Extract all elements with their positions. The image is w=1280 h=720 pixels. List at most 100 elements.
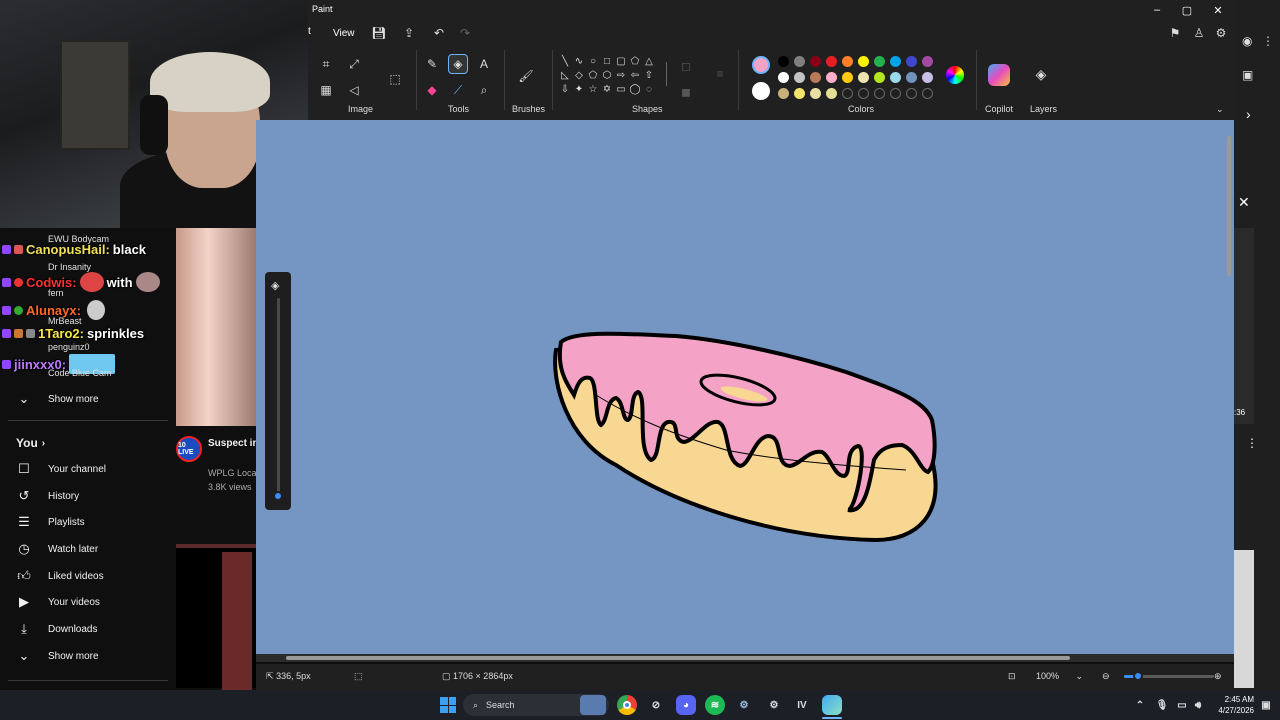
color-swatch[interactable] — [794, 88, 805, 99]
app-icon[interactable]: ⊘ — [646, 695, 666, 715]
video-thumbnail[interactable] — [176, 228, 256, 426]
you-section-header[interactable]: You › — [0, 430, 176, 456]
color-swatch[interactable] — [922, 88, 933, 99]
chrome-icon[interactable] — [617, 695, 637, 715]
line-shape-icon[interactable]: ╲ — [558, 54, 572, 68]
edit-colors-icon[interactable] — [946, 66, 964, 84]
volume-icon[interactable]: 🔊︎ — [1188, 695, 1208, 715]
polygon-shape-icon[interactable]: ⬠ — [628, 54, 642, 68]
show-more-you[interactable]: ⌄ Show more — [0, 643, 176, 669]
text-icon[interactable]: A — [474, 54, 494, 74]
sidebar-item-liked-videos[interactable]: 👍︎ Liked videos — [0, 563, 176, 589]
primary-color-swatch[interactable] — [752, 56, 770, 74]
color-swatch[interactable] — [890, 88, 901, 99]
feedback-icon[interactable]: ⚑ — [1166, 25, 1184, 41]
pencil-icon[interactable]: ✎ — [422, 54, 442, 74]
show-more-subscriptions[interactable]: ⌄ Show more — [0, 386, 176, 412]
color-swatch[interactable] — [890, 72, 901, 83]
drawing-canvas[interactable] — [256, 120, 1234, 654]
magnifier-icon[interactable]: ⌕ — [474, 80, 494, 100]
sidebar-item-playlists[interactable]: ☰ Playlists — [0, 509, 176, 535]
resize-icon[interactable]: ⤢ — [344, 54, 364, 74]
color-swatch[interactable] — [826, 56, 837, 67]
color-swatch[interactable] — [842, 72, 853, 83]
menu-file[interactable]: t — [308, 26, 311, 37]
rotate-icon[interactable]: ◁ — [344, 80, 364, 100]
chevron-right-icon[interactable]: › — [1246, 106, 1251, 122]
sidebar-item-your-videos[interactable]: ▶ Your videos — [0, 589, 176, 615]
more-icon[interactable]: ⋮ — [1262, 34, 1274, 48]
paint-taskbar-icon[interactable] — [822, 695, 842, 715]
color-swatch[interactable] — [810, 56, 821, 67]
rectangle-shape-icon[interactable]: □ — [600, 54, 614, 68]
video-thumbnail[interactable] — [1234, 550, 1254, 688]
settings-icon[interactable]: ⚙ — [1212, 25, 1230, 41]
vertical-scrollbar[interactable] — [1227, 136, 1231, 276]
close-icon[interactable]: ✕ — [1238, 194, 1250, 211]
brush-size-slider[interactable] — [277, 298, 280, 498]
secondary-color-swatch[interactable] — [752, 82, 770, 100]
steam-icon[interactable]: ⚙ — [734, 695, 754, 715]
start-icon[interactable] — [438, 695, 458, 715]
profile-icon[interactable]: ◉ — [1242, 34, 1252, 48]
brush-size-slider-handle[interactable] — [273, 491, 283, 501]
share-icon[interactable]: ⇪ — [400, 25, 418, 41]
zoom-in-icon[interactable]: ⊕ — [1214, 671, 1222, 682]
arrow-up-shape-icon[interactable]: ⇧ — [642, 68, 656, 82]
color-swatch[interactable] — [826, 72, 837, 83]
color-swatch[interactable] — [778, 72, 789, 83]
iv-app-icon[interactable]: IV — [792, 695, 812, 715]
pentagon-shape-icon[interactable]: ⬠ — [586, 68, 600, 82]
account-icon[interactable]: ♙ — [1190, 25, 1208, 41]
zoom-slider-handle[interactable] — [1132, 671, 1143, 681]
notification-icon[interactable]: ▣ — [1256, 695, 1276, 715]
video-title[interactable]: Suspect in writings to — [208, 436, 256, 451]
search-highlight-icon[interactable] — [580, 695, 606, 715]
color-swatch[interactable] — [874, 56, 885, 67]
shape-size-icon[interactable]: ≡ — [710, 64, 730, 84]
color-swatch[interactable] — [778, 56, 789, 67]
video-thumbnail[interactable] — [176, 544, 256, 692]
callout-rect-shape-icon[interactable]: ▭ — [614, 82, 628, 96]
crop-icon[interactable]: ⌗ — [316, 54, 336, 74]
color-swatch[interactable] — [842, 88, 853, 99]
eraser-icon[interactable]: ◆ — [422, 80, 442, 100]
chevron-up-icon[interactable]: ⌃ — [1130, 695, 1150, 715]
star4-shape-icon[interactable]: ✦ — [572, 82, 586, 96]
color-swatch[interactable] — [922, 56, 933, 67]
select-icon[interactable]: ⬚ — [382, 66, 408, 92]
minimize-button[interactable]: – — [1142, 0, 1172, 20]
horizontal-scrollbar[interactable] — [286, 656, 1070, 660]
color-swatch[interactable] — [906, 88, 917, 99]
color-swatch[interactable] — [778, 88, 789, 99]
right-triangle-shape-icon[interactable]: ◺ — [558, 68, 572, 82]
menu-view[interactable]: View — [333, 28, 355, 39]
color-swatch[interactable] — [858, 72, 869, 83]
rounded-rectangle-shape-icon[interactable]: ▢ — [614, 54, 628, 68]
shape-outline-icon[interactable]: ◻ — [676, 56, 696, 76]
settings-icon[interactable]: ⚙ — [764, 695, 784, 715]
color-swatch[interactable] — [810, 88, 821, 99]
channel-name[interactable]: WPLG Loca — [208, 466, 256, 480]
arrow-right-shape-icon[interactable]: ⇨ — [614, 68, 628, 82]
color-swatch[interactable] — [906, 56, 917, 67]
copilot-icon[interactable] — [988, 64, 1010, 86]
color-picker-icon[interactable]: ⟋ — [448, 80, 468, 100]
sidebar-item-history[interactable]: ↺ History — [0, 483, 176, 509]
color-swatch[interactable] — [858, 56, 869, 67]
color-swatch[interactable] — [810, 72, 821, 83]
color-swatch[interactable] — [874, 72, 885, 83]
video-thumbnail[interactable] — [1234, 228, 1254, 424]
spotify-icon[interactable]: ≋ — [705, 695, 725, 715]
color-swatch[interactable] — [858, 88, 869, 99]
discord-icon[interactable]: ◕ — [676, 695, 696, 715]
color-swatch[interactable] — [874, 88, 885, 99]
color-swatch[interactable] — [842, 56, 853, 67]
color-swatch[interactable] — [826, 88, 837, 99]
diamond-shape-icon[interactable]: ◇ — [572, 68, 586, 82]
star5-shape-icon[interactable]: ☆ — [586, 82, 600, 96]
sidebar-item-watch-later[interactable]: ◷ Watch later — [0, 536, 176, 562]
oval-shape-icon[interactable]: ○ — [586, 54, 600, 68]
extension-icon[interactable]: ▣ — [1242, 68, 1253, 82]
redo-icon[interactable]: ↷ — [456, 25, 474, 41]
